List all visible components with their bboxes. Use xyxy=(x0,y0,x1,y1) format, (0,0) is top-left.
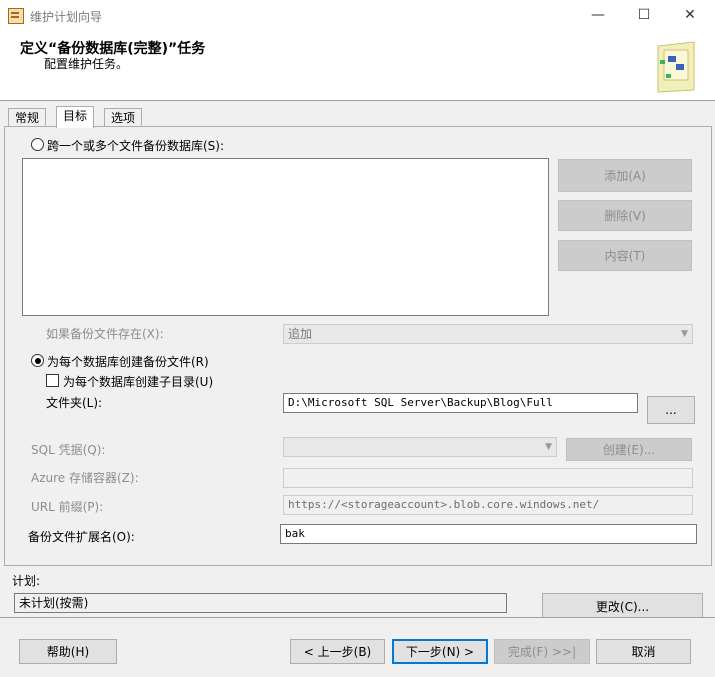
finish-button[interactable]: 完成(F) >>| xyxy=(494,639,590,664)
subdir-checkbox[interactable] xyxy=(46,374,59,387)
change-schedule-button[interactable]: 更改(C)... xyxy=(542,593,703,619)
minimize-button[interactable]: — xyxy=(575,0,621,30)
chevron-down-icon: ▼ xyxy=(681,329,688,339)
folder-label: 文件夹(L): xyxy=(46,396,103,410)
azure-container-input[interactable] xyxy=(283,468,693,488)
close-button[interactable]: ✕ xyxy=(667,0,713,30)
tab-options[interactable]: 选项 xyxy=(104,108,143,127)
azure-container-label: Azure 存储容器(Z): xyxy=(31,471,139,485)
sql-credential-select[interactable]: ▼ xyxy=(283,437,557,457)
span-files-label: 跨一个或多个文件备份数据库(S): xyxy=(47,139,225,153)
help-button[interactable]: 帮助(H) xyxy=(19,639,117,664)
schedule-label: 计划: xyxy=(12,574,41,588)
if-exists-label: 如果备份文件存在(X): xyxy=(46,327,164,341)
url-prefix-input[interactable]: https://<storageaccount>.blob.core.windo… xyxy=(283,495,693,515)
app-icon xyxy=(8,8,24,24)
url-prefix-label: URL 前缀(P): xyxy=(31,500,104,514)
extension-label: 备份文件扩展名(O): xyxy=(28,530,135,544)
sql-credential-label: SQL 凭据(Q): xyxy=(31,443,106,457)
extension-input[interactable]: bak xyxy=(280,524,697,544)
if-exists-select[interactable]: 追加 ▼ xyxy=(283,324,693,344)
maximize-button[interactable]: ☐ xyxy=(621,0,667,30)
if-exists-value: 追加 xyxy=(288,327,313,341)
page-subtitle: 配置维护任务。 xyxy=(44,57,129,71)
tab-destination[interactable]: 目标 xyxy=(56,106,95,128)
span-files-radio[interactable] xyxy=(31,138,44,151)
cancel-button[interactable]: 取消 xyxy=(596,639,691,664)
browse-button[interactable]: ... xyxy=(647,396,695,424)
tab-general[interactable]: 常规 xyxy=(8,108,47,127)
create-credential-button[interactable]: 创建(E)... xyxy=(566,438,692,461)
chevron-down-icon: ▼ xyxy=(545,442,552,452)
schedule-value: 未计划(按需) xyxy=(14,593,507,613)
next-button[interactable]: 下一步(N) > xyxy=(392,639,488,664)
wizard-header: 定义“备份数据库(完整)”任务 配置维护任务。 xyxy=(0,30,715,101)
subdir-label: 为每个数据库创建子目录(U) xyxy=(63,375,214,389)
folder-input[interactable]: D:\Microsoft SQL Server\Backup\Blog\Full xyxy=(283,393,638,413)
back-button[interactable]: < 上一步(B) xyxy=(290,639,385,664)
per-db-label: 为每个数据库创建备份文件(R) xyxy=(47,355,209,369)
add-button[interactable]: 添加(A) xyxy=(558,159,692,192)
contents-button[interactable]: 内容(T) xyxy=(558,240,692,271)
title-bar: 维护计划向导 — ☐ ✕ xyxy=(0,0,715,30)
backup-file-list[interactable] xyxy=(22,158,549,316)
window-title: 维护计划向导 xyxy=(30,10,103,24)
wizard-footer: 帮助(H) < 上一步(B) 下一步(N) > 完成(F) >>| 取消 xyxy=(0,618,715,677)
per-db-radio[interactable] xyxy=(31,354,44,367)
remove-button[interactable]: 删除(V) xyxy=(558,200,692,231)
wizard-graphic-icon xyxy=(657,41,695,93)
